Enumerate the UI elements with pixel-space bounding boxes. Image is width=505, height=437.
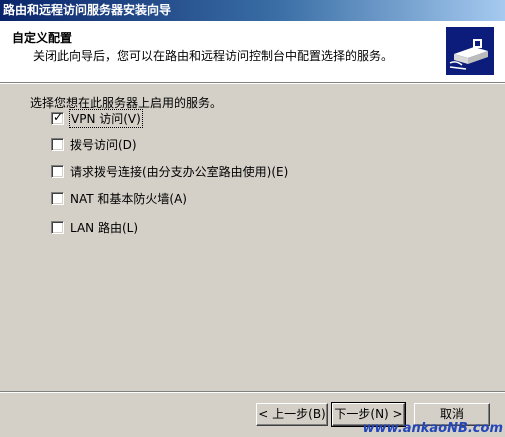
- option-label-demand-dial: 请求拨号连接(由分支办公室路由使用)(E): [70, 164, 289, 179]
- option-nat-firewall[interactable]: NAT 和基本防火墙(A): [51, 190, 187, 206]
- vpn-checkbox[interactable]: ✓: [51, 109, 64, 125]
- option-lan-routing[interactable]: LAN 路由(L): [51, 219, 138, 235]
- wizard-header: 自定义配置 关闭此向导后，您可以在路由和远程访问控制台中配置选择的服务。: [0, 21, 505, 83]
- lan-checkbox[interactable]: [51, 220, 64, 234]
- option-label-vpn: VPN 访问(V): [69, 108, 143, 128]
- option-label-dialup: 拨号访问(D): [70, 137, 137, 152]
- nat-checkbox[interactable]: [51, 191, 64, 205]
- option-demand-dial[interactable]: 请求拨号连接(由分支办公室路由使用)(E): [51, 163, 288, 179]
- back-button[interactable]: < 上一步(B): [256, 403, 328, 426]
- page-subtitle: 关闭此向导后，您可以在路由和远程访问控制台中配置选择的服务。: [33, 49, 394, 63]
- option-label-lan: LAN 路由(L): [70, 220, 139, 235]
- dialup-checkbox[interactable]: [51, 137, 64, 151]
- option-vpn-access[interactable]: ✓ VPN 访问(V): [51, 108, 143, 128]
- network-server-icon: [446, 27, 494, 75]
- watermark: www.ankaoNB.com: [362, 421, 503, 436]
- services-prompt: 选择您想在此服务器上启用的服务。: [30, 96, 223, 110]
- option-label-nat: NAT 和基本防火墙(A): [70, 191, 187, 206]
- checkmark-icon: ✓: [53, 109, 64, 124]
- page-title: 自定义配置: [12, 31, 73, 45]
- window-title: 路由和远程访问服务器安装向导: [3, 3, 172, 17]
- title-bar[interactable]: 路由和远程访问服务器安装向导: [0, 0, 505, 21]
- option-dialup-access[interactable]: 拨号访问(D): [51, 136, 137, 152]
- demand-dial-checkbox[interactable]: [51, 164, 64, 178]
- footer-divider: [0, 391, 505, 393]
